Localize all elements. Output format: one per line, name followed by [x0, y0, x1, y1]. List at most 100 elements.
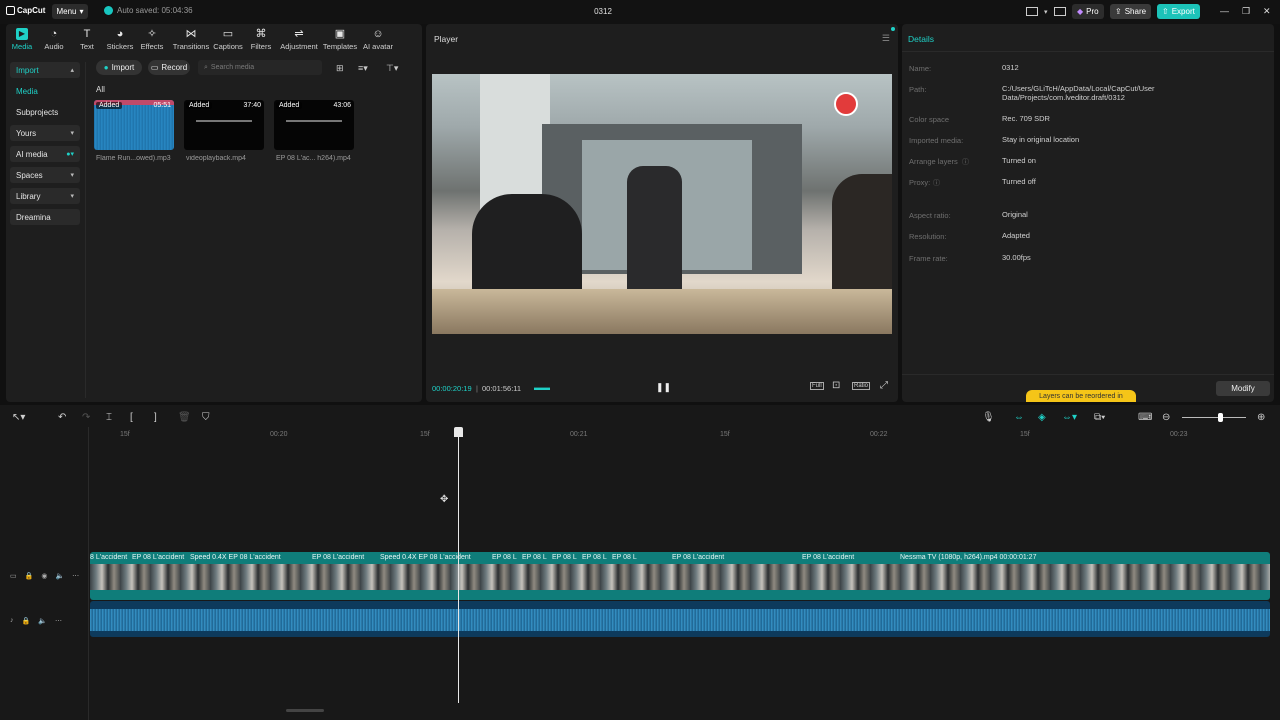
tab-transitions[interactable]: ⋈ Transitions: [171, 28, 211, 51]
tab-templates[interactable]: ▣ Templates: [321, 28, 359, 51]
zoom-out-icon[interactable]: ⊖: [1162, 412, 1170, 423]
ruler-label: 00:23: [1170, 431, 1188, 438]
tab-media[interactable]: ▶ Media: [5, 28, 39, 51]
video-track[interactable]: 8 L'accident EP 08 L'accident Speed 0.4X…: [90, 552, 1270, 600]
tab-stickers[interactable]: ◕ Stickers: [103, 28, 137, 51]
thumb-text-line: [286, 120, 342, 122]
added-badge: Added: [96, 102, 123, 109]
redo-icon[interactable]: ↷: [82, 412, 90, 423]
layout-icon[interactable]: [1026, 7, 1038, 16]
auto-snap-icon[interactable]: ◈: [1038, 412, 1046, 423]
captions-icon: ▭: [222, 28, 234, 40]
split-right-icon[interactable]: ]: [154, 412, 157, 423]
media-item[interactable]: Added 43:06: [274, 100, 354, 150]
pro-button[interactable]: ◆ Pro: [1072, 4, 1104, 19]
select-tool-icon[interactable]: ↖▾: [12, 412, 25, 423]
full-button[interactable]: Full: [810, 382, 824, 390]
stickers-icon: ◕: [116, 28, 124, 40]
filmstrip: [90, 564, 1270, 590]
share-label: Share: [1124, 7, 1147, 16]
player-menu-icon[interactable]: ☰: [882, 33, 890, 44]
grid-view-icon[interactable]: ⊞: [336, 63, 344, 74]
sidebar-item-subprojects[interactable]: Subprojects: [10, 104, 80, 120]
lock-icon[interactable]: 🔒: [22, 617, 31, 625]
tab-ai-avatar[interactable]: ☺ AI avatar: [359, 28, 397, 51]
sidebar-item-import[interactable]: Import ▴: [10, 62, 80, 78]
close-icon[interactable]: ✕: [1263, 6, 1271, 17]
caption-icon[interactable]: ⌨: [1138, 412, 1152, 423]
zoom-slider[interactable]: [1182, 417, 1246, 418]
preview-axis-icon[interactable]: ⧉▾: [1094, 412, 1105, 423]
detail-value: C:/Users/GLiTcH/AppData/Local/CapCut/Use…: [1002, 84, 1155, 102]
tab-captions[interactable]: ▭ Captions: [211, 28, 245, 51]
screenshot-icon[interactable]: ⊡: [832, 380, 840, 391]
horizontal-scrollbar[interactable]: [286, 709, 324, 712]
tab-filters-label: Filters: [250, 42, 272, 51]
zoom-slider-handle[interactable]: [1218, 413, 1223, 422]
modify-button[interactable]: Modify: [1216, 381, 1270, 396]
layers-tooltip: Layers can be reordered in: [1026, 390, 1136, 402]
more-icon[interactable]: ⋯: [72, 572, 79, 580]
waveform-icon[interactable]: ▬▬: [534, 383, 550, 392]
sort-icon[interactable]: ≡▾: [358, 63, 368, 74]
cover-icon[interactable]: ▭: [10, 572, 17, 580]
tab-adjustment[interactable]: ⇌ Adjustment: [278, 28, 320, 51]
shortcut-icon[interactable]: [1053, 7, 1066, 16]
main-track-magnet-icon[interactable]: ⇔: [1014, 412, 1024, 423]
zoom-in-icon[interactable]: ⊕: [1257, 412, 1265, 423]
audio-track[interactable]: [90, 601, 1270, 637]
sidebar-item-ai-media[interactable]: AI media ●▾: [10, 146, 80, 162]
record-button[interactable]: ▭ Record: [148, 60, 190, 75]
timeline-panel: ↖▾ ↶ ↷ ⌶ [ ] 🗑 ⛉ 🎙 ⇔ ◈ ⇔▾ ⧉▾ ⌨ ⊖ ⊕ 15f 0…: [0, 405, 1280, 720]
marker-icon[interactable]: ⛉: [202, 412, 210, 423]
info-icon[interactable]: ⓘ: [933, 178, 940, 188]
adjustment-icon: ⇌: [294, 28, 304, 40]
microphone-icon[interactable]: 🎙: [982, 412, 995, 423]
delete-icon[interactable]: 🗑: [178, 412, 191, 423]
lock-icon[interactable]: 🔒: [25, 572, 34, 580]
speaker-icon[interactable]: 🔈: [38, 617, 47, 625]
ratio-button[interactable]: Ratio: [852, 382, 871, 390]
fullscreen-icon[interactable]: ⤢: [880, 380, 888, 391]
filter-all-label[interactable]: All: [96, 85, 105, 94]
search-input[interactable]: ⌕ Search media: [198, 60, 322, 75]
tab-filters[interactable]: ⌘ Filters: [244, 28, 278, 51]
tab-effects[interactable]: ✧ Effects: [135, 28, 169, 51]
more-icon[interactable]: ⋯: [55, 617, 62, 625]
undo-icon[interactable]: ↶: [58, 412, 66, 423]
clip-label: EP 08 L: [612, 554, 637, 561]
minimize-icon[interactable]: —: [1220, 6, 1229, 16]
diamond-icon: ◆: [1077, 7, 1084, 16]
speaker-icon[interactable]: 🔈: [55, 572, 64, 580]
sidebar-item-yours[interactable]: Yours ▾: [10, 125, 80, 141]
media-item[interactable]: Added 05:51: [94, 100, 174, 150]
tab-audio[interactable]: ◔ Audio: [37, 28, 71, 51]
split-icon[interactable]: ⌶: [106, 412, 112, 423]
tab-audio-label: Audio: [44, 42, 64, 51]
eye-icon[interactable]: ◉: [41, 572, 47, 580]
duration-label: 43:06: [333, 102, 351, 109]
sidebar-item-media[interactable]: Media: [10, 83, 80, 99]
media-item[interactable]: Added 37:40: [184, 100, 264, 150]
share-button[interactable]: ⇪ Share: [1110, 4, 1152, 19]
tab-text[interactable]: T Text: [70, 28, 104, 51]
maximize-icon[interactable]: ❐: [1242, 6, 1250, 17]
clip-label: EP 08 L: [492, 554, 517, 561]
info-icon[interactable]: ⓘ: [962, 157, 969, 167]
export-button[interactable]: ⇧ Export: [1157, 4, 1200, 19]
audio-track-icon: ♪: [10, 617, 14, 624]
layout-chevron-icon[interactable]: ▾: [1044, 8, 1048, 16]
video-preview[interactable]: [432, 74, 892, 334]
playhead[interactable]: [458, 427, 459, 703]
linkage-icon[interactable]: ⇔▾: [1062, 412, 1077, 423]
sidebar-item-spaces[interactable]: Spaces ▾: [10, 167, 80, 183]
split-left-icon[interactable]: [: [130, 412, 133, 423]
export-label: Export: [1171, 7, 1195, 16]
pause-icon[interactable]: ❚❚: [656, 382, 671, 393]
sidebar-item-dreamina[interactable]: Dreamina: [10, 209, 80, 225]
sidebar-item-library[interactable]: Library ▾: [10, 188, 80, 204]
filter-icon[interactable]: ⊤▾: [386, 63, 398, 74]
export-icon: ⇧: [1162, 7, 1169, 16]
chevron-up-icon: ▴: [70, 67, 74, 74]
import-button[interactable]: ● Import: [96, 60, 142, 75]
